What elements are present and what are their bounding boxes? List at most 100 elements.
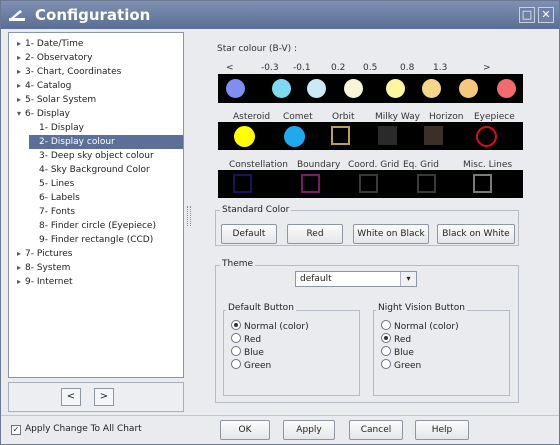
ok-button[interactable]: OK [220, 420, 270, 440]
tree-item-label: 8- System [25, 263, 71, 273]
tree-item-display-colour[interactable]: 2- Display colour [29, 135, 183, 149]
expander-icon[interactable]: ▸ [15, 261, 23, 275]
radio-option[interactable]: Red [381, 333, 411, 346]
radio-button[interactable] [231, 359, 241, 369]
tree-item-pictures[interactable]: ▸ 7- Pictures [15, 247, 73, 261]
expander-icon[interactable]: ▸ [15, 37, 23, 51]
line-swatch[interactable] [417, 174, 436, 193]
radio-label: Blue [394, 348, 414, 358]
tree-item-label: 9- Finder rectangle (CCD) [39, 235, 154, 245]
default-color-button[interactable]: Default [221, 224, 277, 244]
apply-button[interactable]: Apply [283, 420, 335, 440]
star-tick-label: 1.3 [433, 63, 448, 73]
expander-icon[interactable]: ▸ [15, 275, 23, 289]
object-label: Asteroid [233, 112, 271, 122]
display-colour-panel: Star colour (B-V) : < -0.3 -0.1 0.2 0.5 0.8 1.… [193, 32, 555, 412]
line-label: Boundary [297, 160, 341, 170]
expander-icon[interactable]: ▸ [15, 247, 23, 261]
default-button-title: Default Button [226, 303, 296, 313]
close-button[interactable]: ✕ [538, 7, 554, 23]
object-label: Orbit [332, 112, 355, 122]
tree-item-observatory[interactable]: ▸ 2- Observatory [15, 51, 92, 65]
maximize-button[interactable]: □ [519, 7, 535, 23]
expander-icon[interactable]: ▸ [15, 65, 23, 79]
star-colour-swatch[interactable] [386, 79, 405, 98]
expander-icon[interactable]: ▸ [15, 51, 23, 65]
expander-icon[interactable]: ▸ [15, 79, 23, 93]
tree-item-label: 9- Internet [25, 277, 73, 287]
object-swatch[interactable] [378, 126, 397, 145]
radio-option[interactable]: Normal (color) [381, 320, 459, 333]
radio-label: Green [394, 361, 422, 371]
radio-option[interactable]: Green [381, 359, 421, 372]
radio-option[interactable]: Red [231, 333, 261, 346]
white-on-black-button[interactable]: White on Black [353, 224, 429, 244]
next-page-button[interactable]: > [94, 388, 114, 406]
line-swatch[interactable] [233, 174, 252, 193]
radio-button[interactable] [231, 333, 241, 343]
star-colour-swatch[interactable] [344, 79, 363, 98]
radio-button[interactable] [381, 320, 391, 330]
line-swatch[interactable] [301, 174, 320, 193]
tree-item-sky-background[interactable]: 4- Sky Background Color [29, 163, 150, 177]
tree-item-label: 6- Display [25, 109, 71, 119]
tree-item-finder-circle[interactable]: 8- Finder circle (Eyepiece) [29, 219, 156, 233]
night-vision-title: Night Vision Button [376, 303, 467, 313]
star-colour-swatch[interactable] [226, 79, 245, 98]
star-colour-swatch[interactable] [459, 79, 478, 98]
tree-item-lines[interactable]: 5- Lines [29, 177, 74, 191]
tree-item-finder-rectangle[interactable]: 9- Finder rectangle (CCD) [29, 233, 153, 247]
category-tree[interactable]: ▸ 1- Date/Time ▸ 2- Observatory ▸ 3- Chart,… [8, 32, 184, 378]
tree-item-deep-sky-colour[interactable]: 3- Deep sky object colour [29, 149, 154, 163]
tree-item-chart-coordinates[interactable]: ▸ 3- Chart, Coordinates [15, 65, 121, 79]
expander-icon[interactable]: ▸ [15, 93, 23, 107]
radio-option[interactable]: Blue [231, 346, 264, 359]
red-color-button[interactable]: Red [287, 224, 343, 244]
splitter-handle[interactable] [187, 206, 191, 226]
tree-item-display[interactable]: ▾ 6- Display [15, 107, 70, 121]
tree-item-date-time[interactable]: ▸ 1- Date/Time [15, 37, 83, 51]
radio-button[interactable] [381, 346, 391, 356]
window-title: Configuration [35, 6, 151, 24]
object-swatch[interactable] [234, 126, 255, 147]
tree-item-solar-system[interactable]: ▸ 5- Solar System [15, 93, 96, 107]
radio-button[interactable] [381, 333, 391, 343]
radio-option[interactable]: Normal (color) [231, 320, 309, 333]
object-label: Horizon [429, 112, 464, 122]
previous-page-button[interactable]: < [61, 388, 81, 406]
star-colour-swatch[interactable] [272, 79, 291, 98]
black-on-white-button[interactable]: Black on White [437, 224, 515, 244]
expander-icon[interactable]: ▾ [15, 107, 23, 121]
tree-item-system[interactable]: ▸ 8- System [15, 261, 70, 275]
radio-button[interactable] [231, 346, 241, 356]
checkbox-icon[interactable]: ✓ [11, 425, 21, 435]
radio-option[interactable]: Green [231, 359, 271, 372]
star-colour-swatch[interactable] [307, 79, 326, 98]
object-swatch[interactable] [424, 126, 443, 145]
cancel-button[interactable]: Cancel [349, 420, 403, 440]
radio-label: Normal (color) [394, 322, 459, 332]
radio-button[interactable] [381, 359, 391, 369]
line-swatch[interactable] [473, 174, 492, 193]
object-swatch[interactable] [284, 126, 305, 147]
line-swatch[interactable] [359, 174, 378, 193]
tree-item-label: 7- Fonts [39, 207, 76, 217]
tree-item-labels[interactable]: 6- Labels [29, 191, 80, 205]
star-colour-swatch[interactable] [422, 79, 441, 98]
tree-item-catalog[interactable]: ▸ 4- Catalog [15, 79, 71, 93]
star-tick-label: < [226, 63, 234, 73]
object-swatch[interactable] [331, 126, 350, 145]
tree-item-display-1[interactable]: 1- Display [29, 121, 84, 135]
star-colour-swatch[interactable] [497, 79, 516, 98]
tree-item-internet[interactable]: ▸ 9- Internet [15, 275, 73, 289]
object-swatch[interactable] [476, 126, 497, 147]
help-button[interactable]: Help [415, 420, 469, 440]
chevron-down-icon[interactable]: ▾ [400, 272, 416, 286]
radio-option[interactable]: Blue [381, 346, 414, 359]
tree-item-fonts[interactable]: 7- Fonts [29, 205, 75, 219]
theme-select[interactable]: default ▾ [295, 271, 417, 287]
radio-button[interactable] [231, 320, 241, 330]
app-icon [9, 10, 25, 21]
radio-label: Normal (color) [244, 322, 309, 332]
apply-all-checkbox[interactable]: ✓ Apply Change To All Chart [11, 424, 142, 435]
